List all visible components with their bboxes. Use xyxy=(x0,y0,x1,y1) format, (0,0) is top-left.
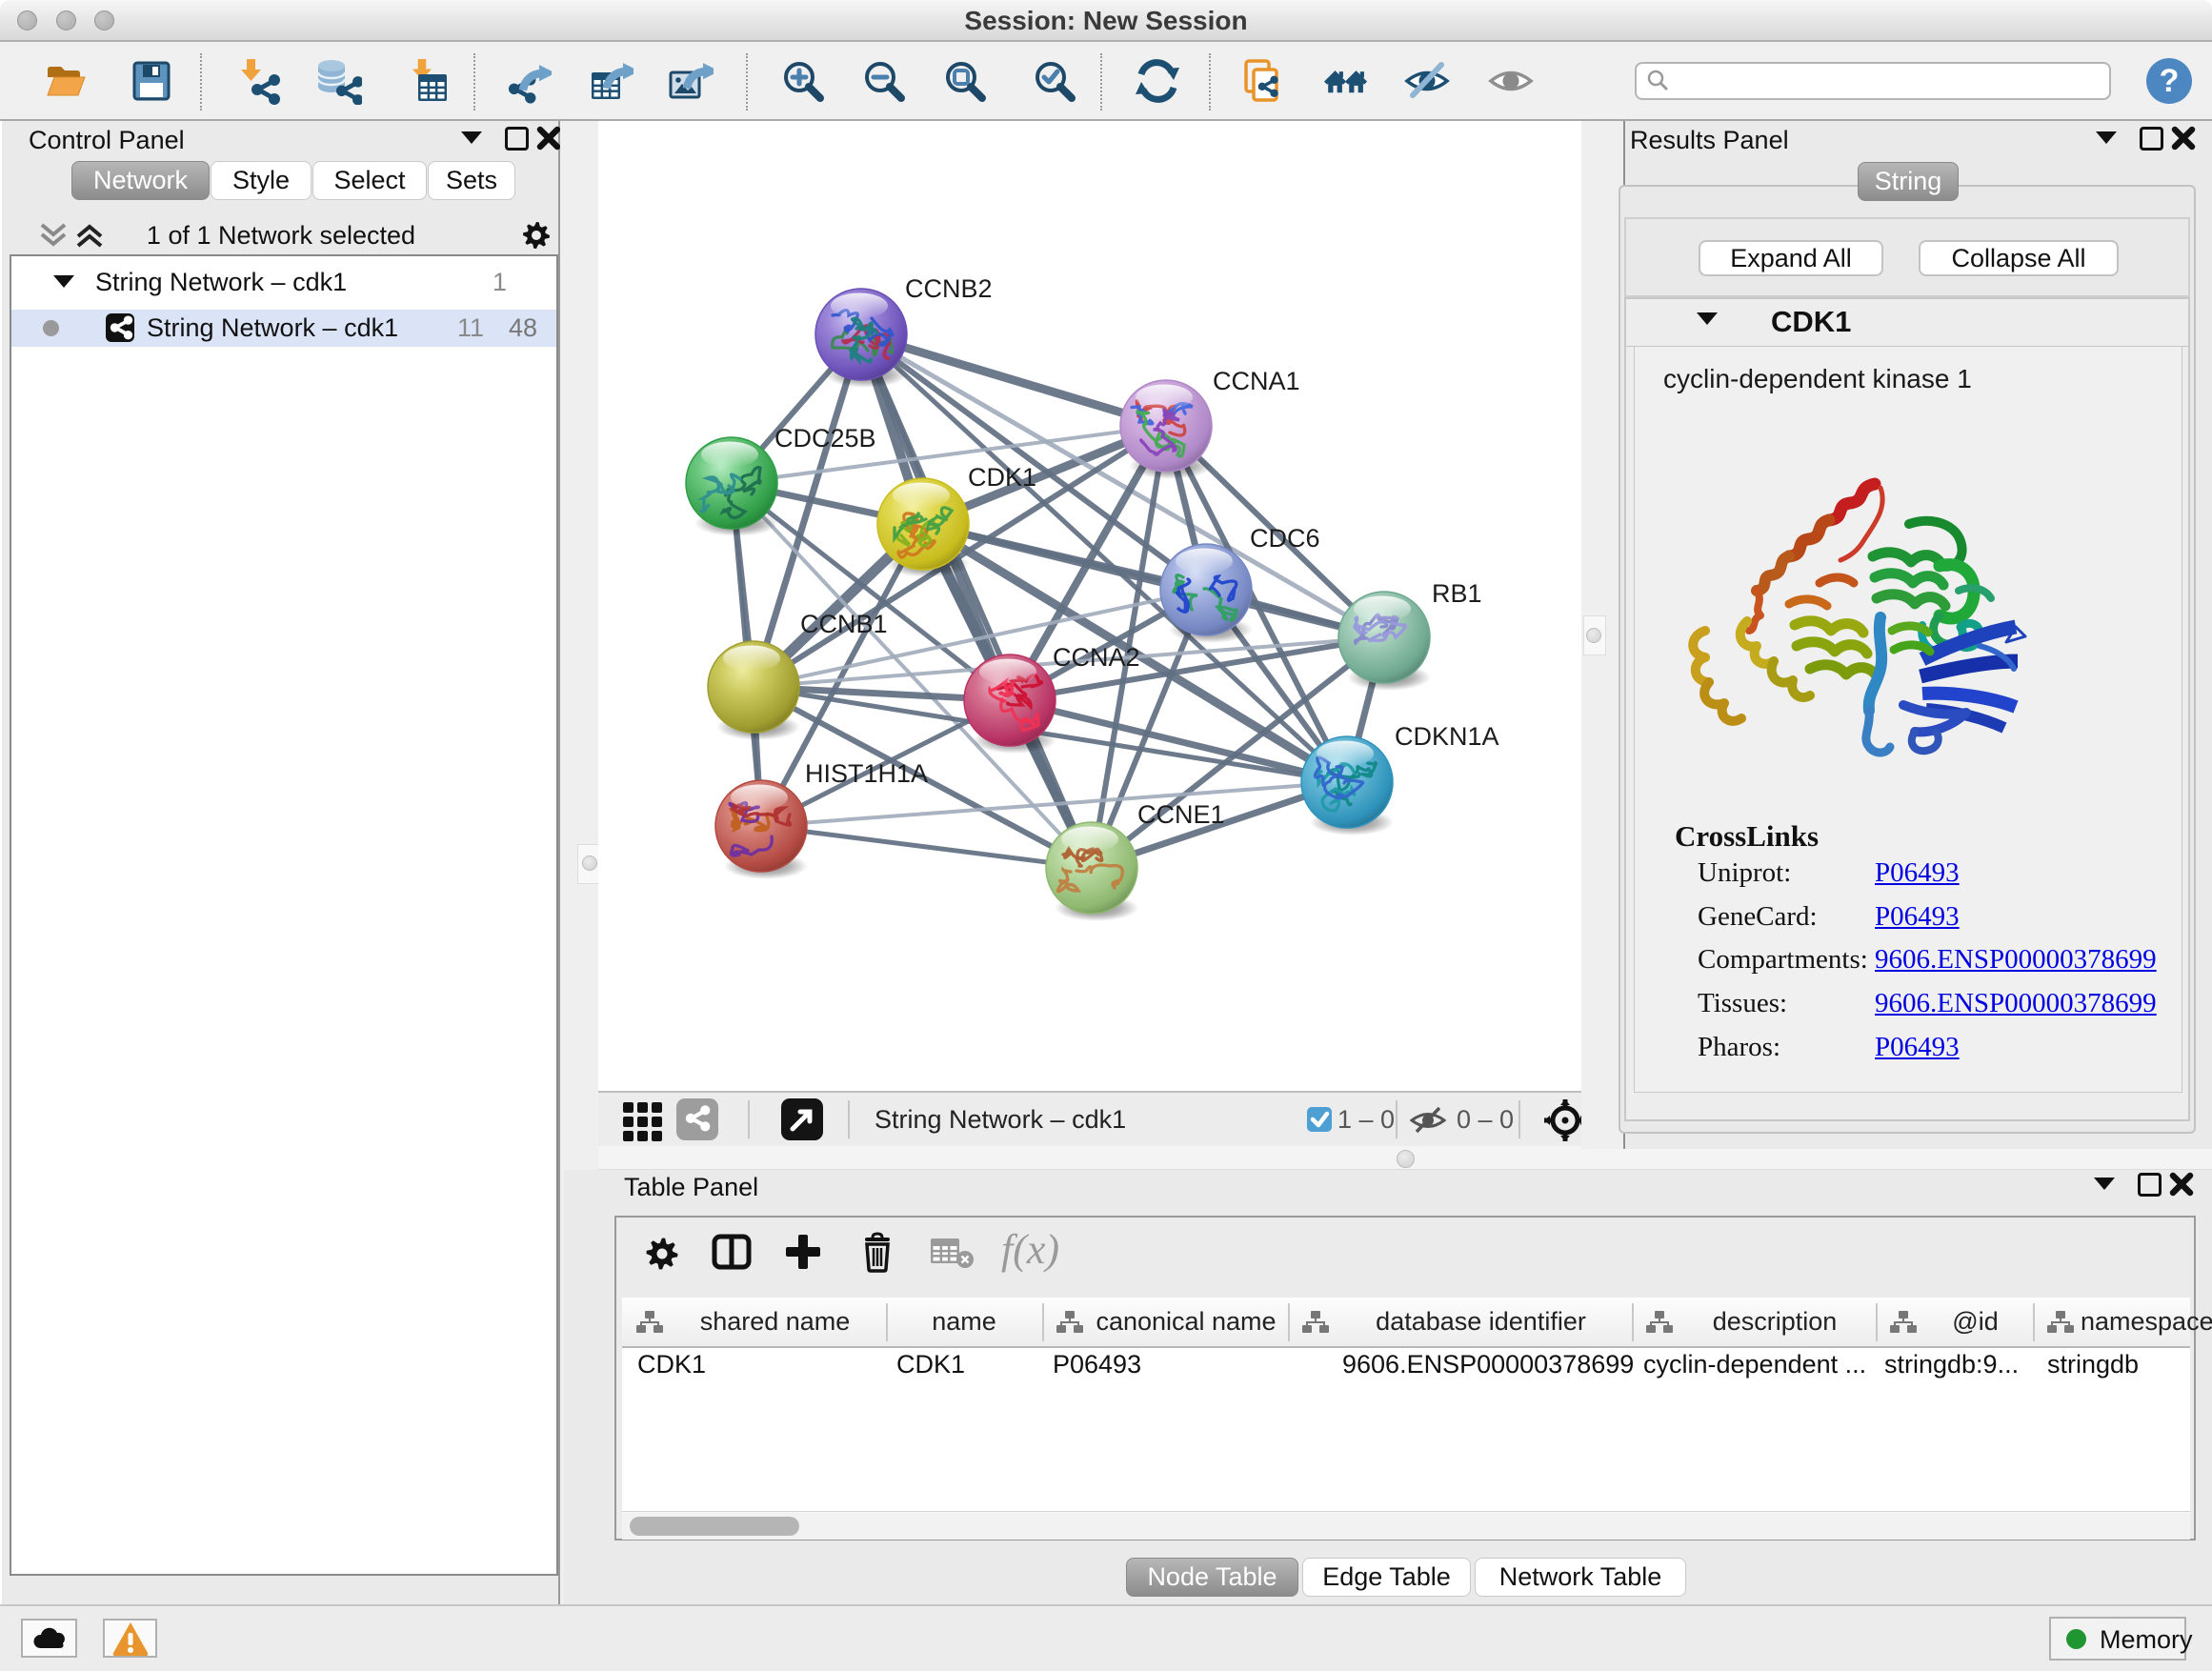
svg-text:CDKN1A: CDKN1A xyxy=(1395,722,1499,751)
svg-text:RB1: RB1 xyxy=(1432,579,1482,608)
svg-text:CDC25B: CDC25B xyxy=(774,424,876,453)
svg-text:?: ? xyxy=(2160,63,2180,99)
svg-text:CCNA2: CCNA2 xyxy=(1053,643,1140,672)
svg-text:CCNE1: CCNE1 xyxy=(1137,800,1225,829)
svg-text:CDC6: CDC6 xyxy=(1250,524,1320,553)
svg-text:CCNA1: CCNA1 xyxy=(1213,367,1300,395)
svg-text:CCNB1: CCNB1 xyxy=(800,610,888,638)
svg-text:CDK1: CDK1 xyxy=(968,463,1036,492)
svg-text:HIST1H1A: HIST1H1A xyxy=(805,759,928,788)
svg-text:CCNB2: CCNB2 xyxy=(905,274,993,303)
